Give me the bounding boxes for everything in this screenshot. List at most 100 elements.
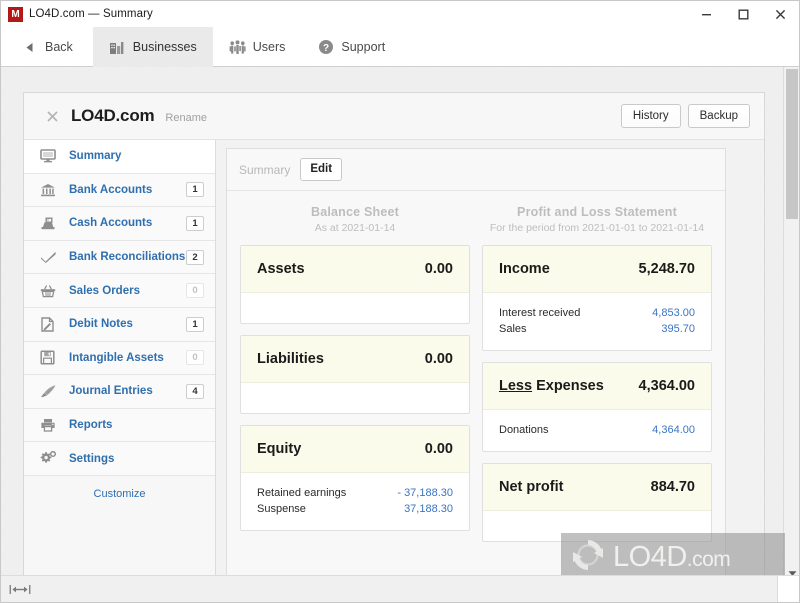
users-group-icon	[229, 39, 246, 56]
panel-income[interactable]: Income 5,248.70 Interest received 4,853.…	[482, 245, 712, 351]
sidebar-item-bank-accounts[interactable]: Bank Accounts 1	[24, 173, 215, 208]
monitor-icon	[40, 149, 61, 163]
panel-assets-value: 0.00	[424, 261, 453, 277]
row-value: - 37,188.30	[397, 487, 453, 499]
tab-businesses[interactable]: Businesses	[92, 27, 213, 67]
sidebar-item-journal-entries[interactable]: Journal Entries 4	[24, 375, 215, 409]
panel-liabilities-value: 0.00	[424, 351, 453, 367]
profit-loss-column: Profit and Loss Statement For the period…	[482, 205, 712, 553]
window-controls	[688, 1, 799, 27]
row-label: Suspense	[257, 503, 306, 515]
balance-sheet-title: Balance Sheet	[310, 205, 400, 219]
business-building-icon	[109, 39, 126, 56]
app-icon: M	[8, 6, 23, 22]
panel-net-profit[interactable]: Net profit 884.70	[482, 463, 712, 542]
status-bar	[1, 575, 799, 602]
resize-handle-icon[interactable]	[9, 584, 31, 595]
sidebar-badge-sales-orders: 0	[186, 283, 204, 299]
sidebar-item-sales-orders[interactable]: Sales Orders 0	[24, 274, 215, 308]
sidebar-item-journal-entries-label: Journal Entries	[69, 385, 153, 398]
sidebar-badge-cash-accounts: 1	[186, 215, 204, 231]
row-value: 4,364.00	[652, 424, 695, 436]
row-label: Donations	[499, 424, 549, 436]
statement-columns: Balance Sheet As at 2021-01-14 Assets 0.…	[227, 191, 725, 553]
cash-register-icon	[40, 216, 61, 230]
sidebar-item-bank-reconciliations-label: Bank Reconciliations	[69, 251, 186, 264]
panel-equity-head: Equity 0.00	[241, 426, 469, 473]
row-value: 37,188.30	[404, 503, 453, 515]
rename-link[interactable]: Rename	[165, 108, 207, 124]
back-triangle-icon	[21, 39, 38, 56]
panel-liabilities-label: Liabilities	[257, 351, 324, 367]
customize-link[interactable]: Customize	[94, 488, 146, 500]
main-tab-bar: Back Businesses Users ? Support	[1, 27, 799, 67]
sidebar-item-settings[interactable]: Settings	[24, 442, 215, 476]
question-circle-icon: ?	[317, 39, 334, 56]
sidebar-badge-bank-accounts: 1	[186, 182, 204, 198]
tab-users[interactable]: Users	[213, 27, 302, 67]
panel-expenses[interactable]: Less Expenses 4,364.00 Donations 4,364.0…	[482, 362, 712, 452]
sidebar-item-cash-accounts[interactable]: Cash Accounts 1	[24, 207, 215, 241]
table-row[interactable]: Interest received 4,853.00	[499, 305, 695, 321]
table-row[interactable]: Suspense 37,188.30	[257, 501, 453, 517]
panel-income-rows: Interest received 4,853.00 Sales 395.70	[483, 293, 711, 350]
summary-container: Summary Edit Balance Sheet As at 2021-01…	[226, 148, 726, 602]
tab-support[interactable]: ? Support	[301, 27, 401, 67]
panel-income-head: Income 5,248.70	[483, 246, 711, 293]
panel-expenses-prefix: Less	[499, 378, 533, 394]
sidebar-badge-intangible-assets: 0	[186, 350, 204, 366]
tab-back[interactable]: Back	[1, 27, 93, 67]
sidebar-item-intangible-assets[interactable]: Intangible Assets 0	[24, 341, 215, 376]
scrollbar-thumb[interactable]	[786, 69, 798, 219]
panel-equity[interactable]: Equity 0.00 Retained earnings - 37,188.3…	[240, 425, 470, 531]
profit-loss-subtitle: For the period from 2021-01-01 to 2021-0…	[489, 222, 705, 234]
customize-row: Customize	[24, 475, 215, 512]
backup-button[interactable]: Backup	[687, 103, 750, 129]
panel-equity-rows: Retained earnings - 37,188.30 Suspense 3…	[241, 473, 469, 530]
sidebar-badge-journal-entries: 4	[186, 383, 204, 399]
table-row[interactable]: Sales 395.70	[499, 321, 695, 337]
sidebar-item-debit-notes[interactable]: Debit Notes 1	[24, 307, 215, 342]
panel-assets-head: Assets 0.00	[241, 246, 469, 293]
sidebar-item-reports[interactable]: Reports	[24, 408, 215, 443]
panel-net-profit-value: 884.70	[650, 479, 695, 495]
sidebar-item-summary[interactable]: Summary	[24, 140, 215, 174]
panel-assets-label: Assets	[257, 261, 305, 277]
close-button[interactable]	[762, 1, 799, 27]
sidebar-item-sales-orders-label: Sales Orders	[69, 284, 140, 297]
panel-net-profit-label: Net profit	[499, 479, 564, 495]
panel-liabilities-head: Liabilities 0.00	[241, 336, 469, 383]
svg-text:?: ?	[323, 43, 329, 54]
business-name: LO4D.com	[71, 106, 155, 125]
panel-expenses-label-text: Expenses	[536, 378, 604, 394]
workspace: LO4D.com Rename History Backup Summary B…	[1, 67, 799, 602]
panel-expenses-label: Less Expenses	[499, 378, 604, 394]
subtab-summary-label: Summary	[239, 162, 291, 177]
close-x-icon[interactable]	[46, 110, 59, 123]
panel-income-value: 5,248.70	[638, 261, 695, 277]
business-card-header: LO4D.com Rename History Backup	[24, 93, 764, 140]
panel-expenses-head: Less Expenses 4,364.00	[483, 363, 711, 410]
sidebar-item-summary-label: Summary	[69, 150, 122, 163]
maximize-button[interactable]	[725, 1, 762, 27]
panel-income-label: Income	[499, 261, 550, 277]
minimize-button[interactable]	[688, 1, 725, 27]
checkmark-icon	[40, 250, 61, 264]
tab-businesses-label: Businesses	[132, 40, 197, 54]
panel-liabilities[interactable]: Liabilities 0.00	[240, 335, 470, 414]
workspace-scrollbar[interactable]	[783, 67, 799, 602]
header-actions: History Backup	[620, 103, 750, 129]
panel-equity-label: Equity	[257, 441, 302, 457]
table-row[interactable]: Donations 4,364.00	[499, 422, 695, 438]
history-button[interactable]: History	[620, 103, 681, 129]
status-bar-corner	[777, 576, 799, 602]
balance-sheet-column: Balance Sheet As at 2021-01-14 Assets 0.…	[240, 205, 470, 553]
sidebar-item-bank-reconciliations[interactable]: Bank Reconciliations 2	[24, 240, 215, 275]
panel-expenses-value: 4,364.00	[638, 378, 695, 394]
application-window: M LO4D.com — Summary Back Businesses Use…	[0, 0, 800, 603]
panel-net-profit-rows	[483, 511, 711, 541]
panel-equity-value: 0.00	[424, 441, 453, 457]
edit-button[interactable]: Edit	[300, 158, 343, 181]
panel-assets[interactable]: Assets 0.00	[240, 245, 470, 324]
table-row[interactable]: Retained earnings - 37,188.30	[257, 485, 453, 501]
